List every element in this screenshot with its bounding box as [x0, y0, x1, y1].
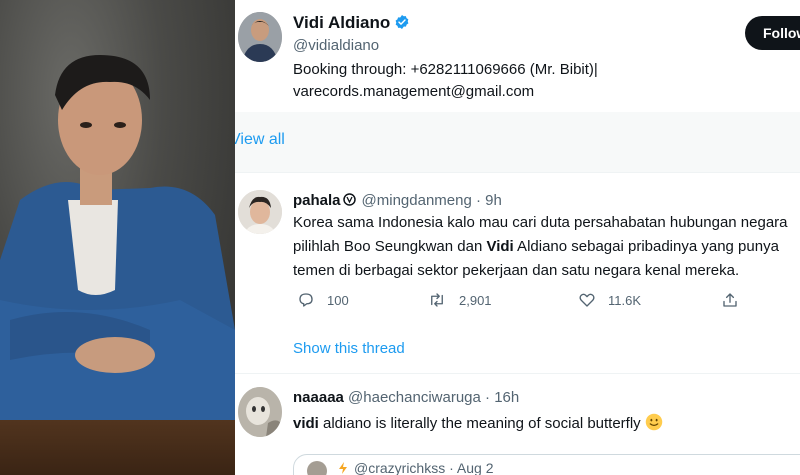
tweet-text-line1: Korea sama Indonesia kalo mau cari duta … — [293, 214, 788, 231]
twitter-panel: Vidi Aldiano @vidialdiano Booking throug… — [235, 0, 800, 475]
retweet-icon — [431, 293, 443, 307]
view-all-link[interactable]: View all — [235, 131, 285, 149]
retweet-button[interactable]: 2,901 — [427, 291, 492, 309]
quoted-tweet-timestamp[interactable]: · Aug 2 — [449, 460, 493, 475]
profile-bio-line2: varecords.management@gmail.com — [293, 83, 535, 100]
show-thread-link[interactable]: Show this thread — [293, 340, 405, 357]
tweet-header: pahala @mingdanmeng · 9h — [293, 192, 502, 209]
tweet-author-handle[interactable]: @haechanciwaruga — [348, 389, 481, 406]
lightning-icon — [339, 462, 347, 474]
quoted-tweet[interactable]: @crazyrichkss · Aug 2 — [293, 454, 800, 475]
tweet-avatar[interactable] — [238, 190, 282, 234]
profile-header: Vidi Aldiano @vidialdiano Booking throug… — [235, 0, 800, 112]
tweet-header: naaaaa @haechanciwaruga · 16h — [293, 389, 519, 406]
slightly-smiling-emoji — [645, 413, 662, 431]
quoted-tweet-handle[interactable]: @crazyrichkss — [354, 460, 445, 475]
tweet-actions: 100 2,901 11.6K — [293, 291, 793, 311]
reply-count: 100 — [327, 292, 349, 308]
tweet-author-handle[interactable]: @mingdanmeng — [362, 192, 472, 209]
reply-icon — [299, 293, 313, 307]
custom-emblem-icon — [342, 193, 356, 206]
tweet-author-name[interactable]: pahala — [293, 192, 341, 209]
share-button[interactable] — [721, 291, 751, 309]
tweet-text-segment: Aldiano sebagai pribadinya yang punya — [513, 238, 779, 255]
man-in-blue-suit-image — [0, 55, 235, 475]
verified-badge-icon — [395, 15, 409, 29]
tweet-text: vidi aldiano is literally the meaning of… — [293, 413, 663, 432]
like-button[interactable]: 11.6K — [578, 291, 641, 309]
tweet-timestamp[interactable]: · 16h — [485, 389, 519, 406]
profile-handle[interactable]: @vidialdiano — [293, 37, 379, 54]
tweet[interactable]: naaaaa @haechanciwaruga · 16h vidi aldia… — [235, 374, 800, 475]
follow-button[interactable]: Follow — [745, 16, 800, 50]
profile-avatar[interactable] — [238, 12, 282, 62]
retweet-count: 2,901 — [459, 292, 492, 308]
share-icon — [723, 293, 737, 307]
tweet-text-segment: pilihlah Boo Seungkwan dan — [293, 238, 487, 255]
tweet-avatar[interactable] — [238, 387, 282, 437]
view-all-section: View all — [235, 112, 800, 173]
profile-photo — [0, 0, 235, 475]
tweet-text-segment: aldiano is literally the meaning of soci… — [318, 415, 641, 432]
quoted-tweet-avatar[interactable] — [307, 461, 327, 475]
tweet-text-highlight: Vidi — [486, 238, 514, 255]
reply-button[interactable]: 100 — [297, 291, 349, 309]
tweet-timestamp[interactable]: · 9h — [476, 192, 502, 209]
tweet[interactable]: pahala @mingdanmeng · 9h Korea sama Indon… — [235, 173, 800, 373]
like-count: 11.6K — [608, 292, 642, 308]
quoted-tweet-header: @crazyrichkss · Aug 2 — [336, 460, 493, 475]
tweet-text-line3: temen di berbagai sektor pekerjaan dan s… — [293, 262, 740, 279]
profile-name-row[interactable]: Vidi Aldiano — [293, 13, 410, 33]
like-icon — [579, 293, 595, 307]
profile-bio-line1: Booking through: +6282111069666 (Mr. Bib… — [293, 61, 598, 78]
tweet-text-highlight: vidi — [293, 415, 319, 432]
tweet-text-line2: pilihlah Boo Seungkwan dan Vidi Aldiano … — [293, 238, 779, 255]
tweet-author-name[interactable]: naaaaa — [293, 389, 344, 406]
profile-name[interactable]: Vidi Aldiano — [293, 13, 390, 32]
